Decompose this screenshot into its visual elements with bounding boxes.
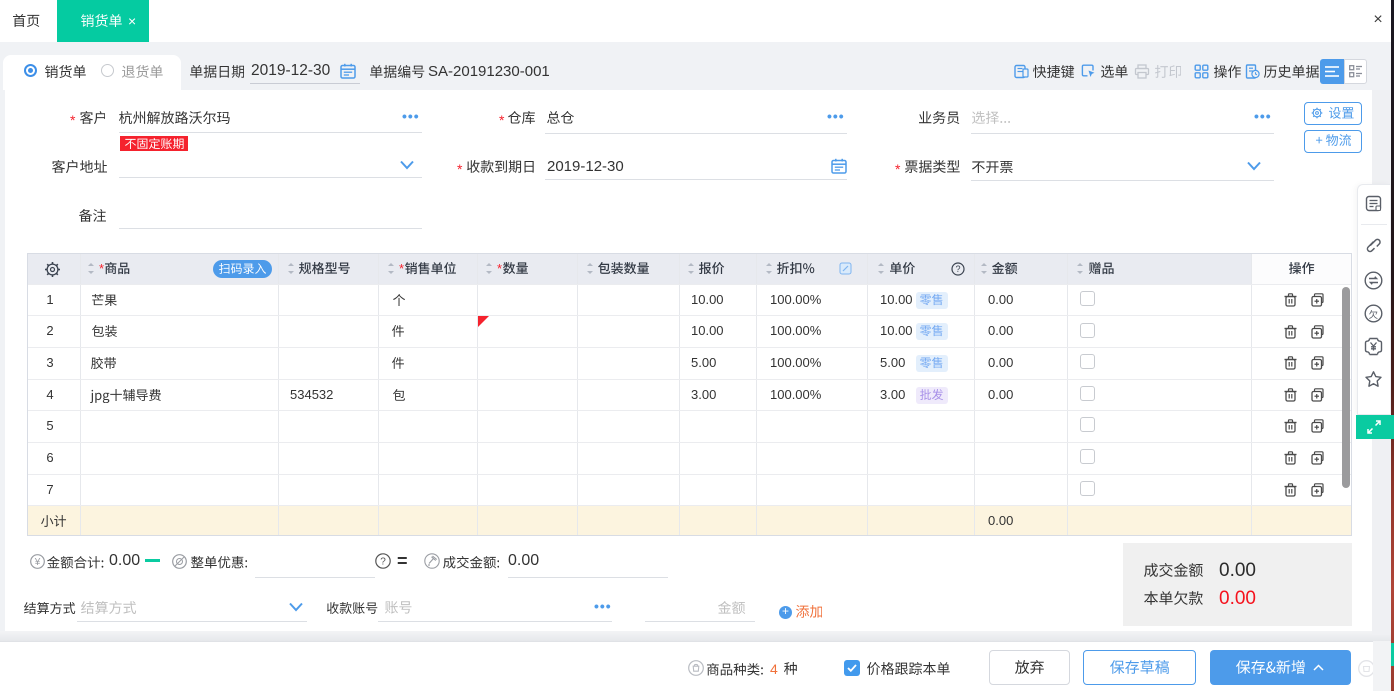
- svg-text:?: ?: [955, 264, 960, 274]
- svg-text:¥: ¥: [34, 557, 41, 568]
- svg-text:?: ?: [380, 557, 386, 568]
